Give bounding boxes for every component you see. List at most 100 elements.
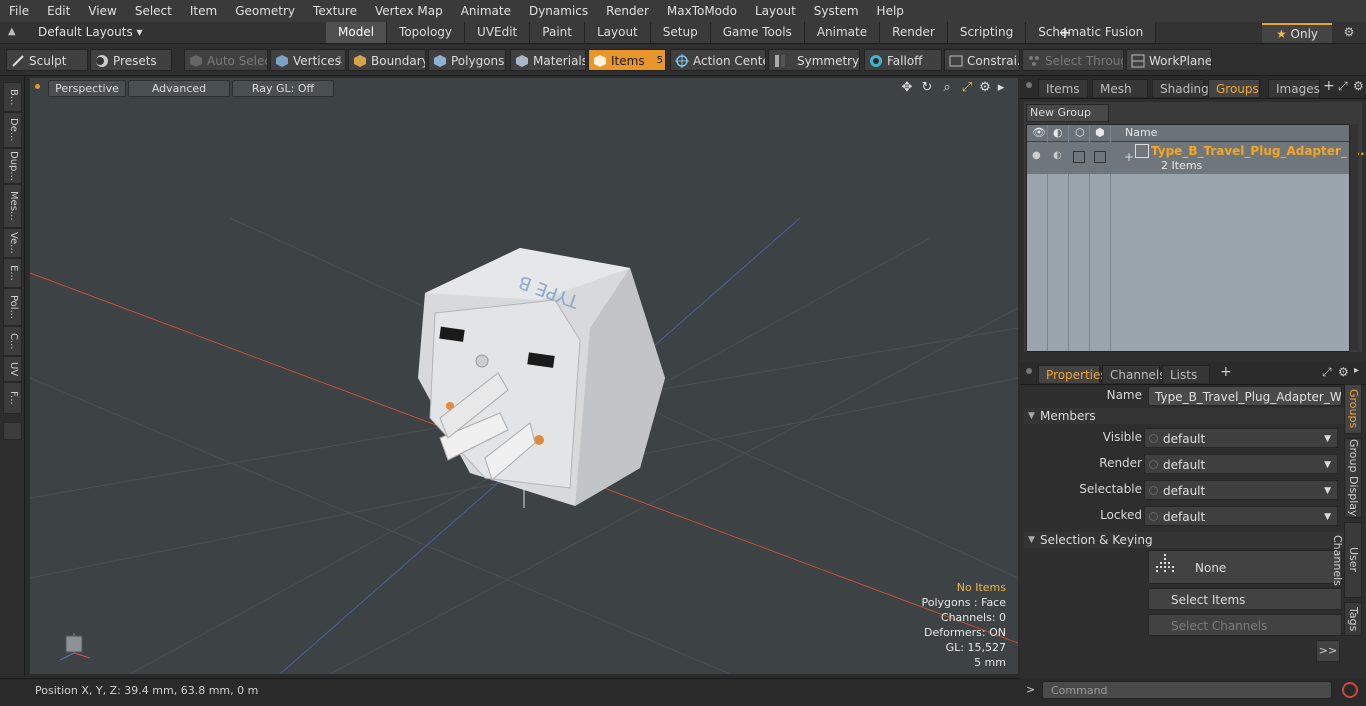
right-vtab-groups[interactable]: Groups	[1344, 384, 1362, 434]
menu-item-texture[interactable]: Texture	[304, 0, 366, 22]
gear-icon[interactable]: ⚙	[1338, 23, 1360, 41]
move-view-icon[interactable]: ✥	[899, 80, 915, 96]
right-vtab-group-display[interactable]: Group Display	[1344, 438, 1362, 518]
zoom-view-icon[interactable]: ⌕	[939, 80, 955, 96]
left-tab-9[interactable]: F...	[3, 382, 22, 414]
tab-setup[interactable]: Setup	[650, 22, 711, 43]
polygons-button[interactable]: Polygons	[428, 49, 506, 71]
left-strip-toggle-icon[interactable]	[3, 422, 22, 440]
panel-tab-images[interactable]: Images	[1268, 79, 1320, 97]
group-row-selected[interactable]: ● ◐ + Type_B_Travel_Plug_Adapter_ ... 2 …	[1027, 142, 1365, 174]
panel-maximize-icon[interactable]: ⤢	[1338, 79, 1348, 94]
constraints-button[interactable]: Constrai...	[944, 49, 1020, 71]
3d-viewport[interactable]: TYPE B Perspective Advanced Ray GL: Off …	[30, 78, 1018, 674]
selectable-dropdown[interactable]: default ▼	[1144, 480, 1338, 500]
command-input[interactable]: Command	[1042, 681, 1332, 699]
menu-item-geometry[interactable]: Geometry	[226, 0, 304, 22]
menu-item-vertex-map[interactable]: Vertex Map	[366, 0, 452, 22]
right-vtab-user-channels[interactable]: User Channels	[1331, 522, 1362, 598]
left-tab-6[interactable]: Pol...	[3, 288, 22, 326]
left-tab-7[interactable]: C...	[3, 326, 22, 356]
menu-item-layout[interactable]: Layout	[746, 0, 805, 22]
panel-tab-mesh[interactable]: Mesh ...	[1092, 79, 1148, 114]
members-section[interactable]: ▼ Members	[1024, 408, 1346, 424]
menu-item-maxtomodo[interactable]: MaxToModo	[658, 0, 746, 22]
name-field[interactable]: Type_B_Travel_Plug_Adapter_White (	[1148, 386, 1342, 406]
visibility-eye-icon[interactable]: 👁	[1032, 126, 1046, 139]
right-vtab-tags[interactable]: Tags	[1344, 602, 1362, 636]
row-lock-box[interactable]	[1094, 151, 1106, 163]
row-render-icon[interactable]: ◐	[1053, 150, 1062, 161]
boundary-button[interactable]: Boundary	[348, 49, 426, 71]
row-select-box[interactable]	[1073, 151, 1085, 163]
tab-paint[interactable]: Paint	[530, 22, 585, 43]
menu-item-item[interactable]: Item	[181, 0, 226, 22]
new-group-button[interactable]: New Group	[1026, 104, 1109, 122]
add-tab-button[interactable]: +	[1056, 22, 1074, 43]
left-tab-3[interactable]: Mes...	[3, 184, 22, 228]
vertices-button[interactable]: Vertices 1	[270, 49, 346, 71]
more-button[interactable]: >>	[1316, 640, 1340, 662]
tab-game-tools[interactable]: Game Tools	[710, 22, 805, 43]
left-tab-5[interactable]: E...	[3, 258, 22, 288]
maximize-icon[interactable]: ⤢	[959, 80, 975, 96]
workplane-button[interactable]: WorkPlane	[1126, 49, 1212, 71]
raygl-button[interactable]: Ray GL: Off	[232, 80, 334, 97]
left-tab-8[interactable]: UV	[3, 356, 22, 382]
props-tab-lists[interactable]: Lists	[1162, 365, 1210, 383]
viewport-menu-arrow-icon[interactable]: ▸	[993, 80, 1009, 96]
menu-item-dynamics[interactable]: Dynamics	[520, 0, 597, 22]
tab-uvedit[interactable]: UVEdit	[465, 22, 531, 43]
menu-item-render[interactable]: Render	[597, 0, 658, 22]
menu-item-select[interactable]: Select	[126, 0, 181, 22]
add-props-tab-icon[interactable]: +	[1220, 364, 1232, 380]
name-column-header[interactable]: Name	[1125, 126, 1157, 139]
render-dropdown[interactable]: default ▼	[1144, 454, 1338, 474]
menu-item-edit[interactable]: Edit	[38, 0, 79, 22]
menu-item-file[interactable]: File	[0, 0, 38, 22]
auto-select-button[interactable]: Auto Select	[184, 49, 268, 71]
row-eye-icon[interactable]: ●	[1032, 150, 1041, 161]
arrow-up-icon[interactable]: ▲	[8, 26, 20, 38]
props-gear-icon[interactable]: ⚙	[1338, 365, 1349, 379]
props-tab-channels[interactable]: Channels	[1102, 365, 1166, 383]
record-macro-icon[interactable]	[1342, 682, 1358, 698]
select-cube-icon[interactable]: ⬡	[1075, 126, 1085, 139]
panel-tab-groups[interactable]: Groups	[1208, 79, 1260, 97]
visible-dropdown[interactable]: default ▼	[1144, 428, 1338, 448]
render-icon[interactable]: ◐	[1053, 126, 1063, 139]
select-items-button[interactable]: Select Items	[1148, 588, 1342, 610]
symmetry-button[interactable]: Symmetry	[768, 49, 860, 71]
selection-keying-section[interactable]: ▼ Selection & Keying	[1024, 532, 1346, 548]
advanced-button[interactable]: Advanced	[128, 80, 230, 97]
falloff-button[interactable]: Falloff	[864, 49, 942, 71]
tab-render[interactable]: Render	[880, 22, 948, 43]
menu-item-system[interactable]: System	[805, 0, 868, 22]
props-arrow-icon[interactable]: ▸	[1354, 365, 1359, 376]
sculpt-button[interactable]: Sculpt	[6, 49, 88, 71]
left-tab-1[interactable]: De...	[3, 112, 22, 148]
props-tab-properties[interactable]: Properties	[1038, 365, 1107, 383]
menu-item-help[interactable]: Help	[868, 0, 913, 22]
items-button[interactable]: Items 5	[588, 49, 666, 71]
lock-cube-icon[interactable]: ⬢	[1095, 126, 1105, 139]
tab-layout[interactable]: Layout	[584, 22, 651, 43]
locked-dropdown[interactable]: default ▼	[1144, 506, 1338, 526]
props-maximize-icon[interactable]: ⤢	[1322, 365, 1332, 380]
none-button[interactable]: None	[1148, 550, 1342, 584]
presets-button[interactable]: Presets	[90, 49, 172, 71]
rotate-view-icon[interactable]: ↻	[919, 80, 935, 96]
left-tab-0[interactable]: B...	[3, 82, 22, 112]
groups-scrollbar[interactable]	[1350, 124, 1358, 350]
panel-gear-icon[interactable]: ⚙	[1353, 79, 1364, 93]
tab-topology[interactable]: Topology	[387, 22, 466, 43]
only-button[interactable]: ★ Only	[1262, 23, 1332, 43]
tab-animate[interactable]: Animate	[804, 22, 881, 43]
select-channels-button[interactable]: Select Channels	[1148, 614, 1342, 636]
action-center-button[interactable]: Action Center	[670, 49, 766, 71]
panel-tab-items[interactable]: Items	[1038, 79, 1088, 97]
panel-tab-shading[interactable]: Shading	[1152, 79, 1209, 97]
viewport-gear-icon[interactable]: ⚙	[977, 80, 993, 96]
add-panel-tab-icon[interactable]: +	[1323, 78, 1335, 94]
menu-item-view[interactable]: View	[79, 0, 125, 22]
